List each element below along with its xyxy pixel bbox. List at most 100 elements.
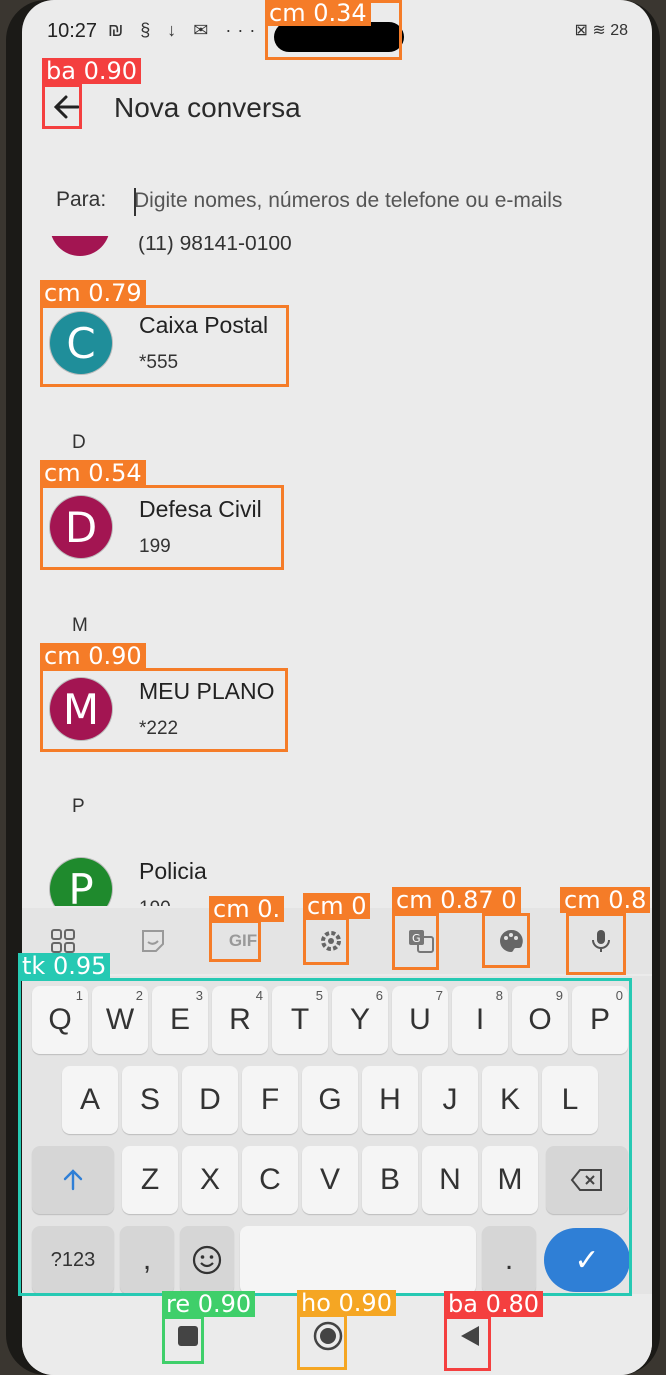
key-hint: 3: [195, 988, 203, 1003]
detection-label: ba 0.80: [444, 1291, 544, 1317]
key-a[interactable]: A: [62, 1066, 118, 1134]
detection-label: cm 0.34: [265, 0, 371, 26]
keyboard: Q1 W2 E3 R4 T5 Y6 U7 I8 O9 P0 A S D F G …: [22, 976, 652, 1294]
symbols-key[interactable]: ?123: [32, 1226, 114, 1294]
key-label: O: [528, 1003, 552, 1036]
back-button[interactable]: [452, 1318, 488, 1354]
detection-label: cm 0: [303, 893, 371, 919]
key-m[interactable]: M: [482, 1146, 538, 1214]
gif-button[interactable]: GIF: [218, 920, 268, 962]
recipient-input[interactable]: [134, 184, 634, 218]
key-v[interactable]: V: [302, 1146, 358, 1214]
backspace-key[interactable]: [546, 1146, 628, 1214]
key-label: Y: [349, 1003, 370, 1036]
key-z[interactable]: Z: [122, 1146, 178, 1214]
key-o[interactable]: O9: [512, 986, 568, 1054]
key-hint: 1: [75, 988, 83, 1003]
detection-label: ho 0.90: [297, 1290, 396, 1316]
contact-number: *222: [139, 718, 179, 739]
key-l[interactable]: L: [542, 1066, 598, 1134]
home-button[interactable]: [310, 1318, 346, 1354]
key-label: E: [169, 1003, 190, 1036]
key-hint: 4: [255, 988, 263, 1003]
contact-name: Defesa Civil: [139, 496, 262, 522]
key-label: R: [229, 1003, 251, 1036]
contact-name: Policia: [139, 858, 207, 884]
comma-key[interactable]: ,: [120, 1226, 174, 1294]
key-c[interactable]: C: [242, 1146, 298, 1214]
svg-text:G: G: [412, 932, 421, 945]
sticker-icon[interactable]: [132, 920, 174, 962]
key-i[interactable]: I8: [452, 986, 508, 1054]
key-y[interactable]: Y6: [332, 986, 388, 1054]
key-g[interactable]: G: [302, 1066, 358, 1134]
recipient-row: Para:: [22, 170, 652, 232]
recipient-label: Para:: [56, 188, 107, 211]
contact-name: MEU PLANO: [139, 678, 275, 704]
key-s[interactable]: S: [122, 1066, 178, 1134]
recents-button[interactable]: [170, 1318, 206, 1354]
contact-number: 190: [139, 898, 171, 906]
contact-number: (11) 98141-0100: [138, 236, 292, 255]
key-u[interactable]: U7: [392, 986, 448, 1054]
detection-label: ba 0.90: [42, 58, 142, 84]
status-time: 10:27: [47, 20, 98, 42]
section-header: M: [72, 615, 88, 636]
avatar: C: [50, 312, 112, 374]
translate-icon[interactable]: G: [400, 920, 442, 962]
section-header: D: [72, 432, 86, 453]
detection-label: cm 0.90: [40, 643, 146, 669]
contact-number: *555: [139, 352, 179, 373]
enter-key[interactable]: ✓: [544, 1228, 630, 1292]
period-key[interactable]: .: [482, 1226, 536, 1294]
key-x[interactable]: X: [182, 1146, 238, 1214]
key-hint: 7: [435, 988, 443, 1003]
detection-label: re 0.90: [162, 1291, 256, 1317]
shift-key[interactable]: [32, 1146, 114, 1214]
contact-name: Caixa Postal: [139, 312, 269, 338]
key-hint: 5: [315, 988, 323, 1003]
key-t[interactable]: T5: [272, 986, 328, 1054]
key-j[interactable]: J: [422, 1066, 478, 1134]
key-q[interactable]: Q1: [32, 986, 88, 1054]
key-hint: 2: [135, 988, 143, 1003]
contact-item-caixa-postal[interactable]: C Caixa Postal *555: [46, 302, 296, 382]
key-n[interactable]: N: [422, 1146, 478, 1214]
page-title: Nova conversa: [114, 92, 301, 123]
mic-icon[interactable]: [580, 920, 622, 962]
square-icon: [178, 1326, 198, 1346]
contact-number: 199: [139, 536, 171, 557]
emoji-key[interactable]: [180, 1226, 234, 1294]
detection-label: cm 0.87 0: [392, 887, 521, 913]
contact-list[interactable]: (11) 98141-0100 C Caixa Postal *555 D D …: [22, 236, 652, 906]
key-hint: 6: [375, 988, 383, 1003]
key-b[interactable]: B: [362, 1146, 418, 1214]
contact-item-meu-plano[interactable]: M MEU PLANO *222: [46, 668, 296, 748]
screen: 10:27 ₪ § ↓ ✉ ··· ⊠ ≋ 28 Nova conversa P…: [22, 0, 652, 1375]
key-f[interactable]: F: [242, 1066, 298, 1134]
back-triangle-icon: [461, 1326, 479, 1346]
text-caret: [134, 188, 136, 216]
settings-icon[interactable]: [310, 920, 352, 962]
emoji-icon: [192, 1245, 222, 1275]
avatar: P: [50, 858, 112, 906]
key-w[interactable]: W2: [92, 986, 148, 1054]
detection-label: cm 0.8: [560, 887, 651, 913]
notification-icons: ₪ § ↓ ✉ ···: [108, 20, 262, 40]
key-hint: 8: [495, 988, 503, 1003]
key-r[interactable]: R4: [212, 986, 268, 1054]
key-h[interactable]: H: [362, 1066, 418, 1134]
key-label: U: [409, 1003, 431, 1036]
key-k[interactable]: K: [482, 1066, 538, 1134]
home-circle-icon: [313, 1321, 343, 1351]
section-header: P: [72, 796, 85, 817]
back-arrow-icon[interactable]: [48, 88, 86, 126]
key-p[interactable]: P0: [572, 986, 628, 1054]
palette-icon[interactable]: [490, 920, 532, 962]
space-key[interactable]: [240, 1226, 476, 1294]
key-label: I: [475, 1003, 485, 1036]
key-d[interactable]: D: [182, 1066, 238, 1134]
contact-item-defesa-civil[interactable]: D Defesa Civil 199: [46, 486, 296, 566]
key-e[interactable]: E3: [152, 986, 208, 1054]
key-hint: 9: [555, 988, 563, 1003]
